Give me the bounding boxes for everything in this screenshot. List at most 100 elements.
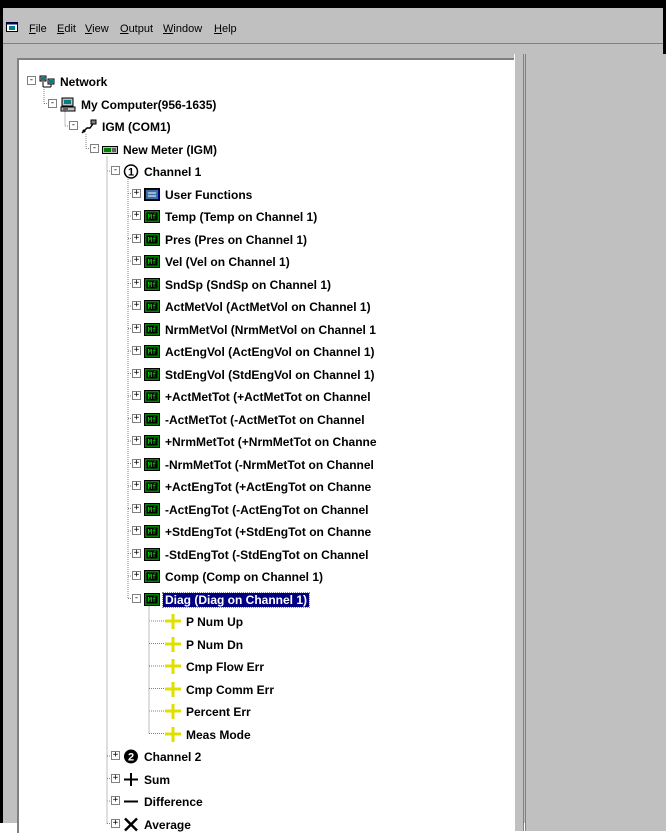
expand-toggle[interactable]: + — [132, 211, 141, 220]
tree-node-label[interactable]: -StdEngTot (-StdEngTot on Channel — [163, 548, 371, 562]
tree-node-measurement[interactable]: + Mf NrmMetVol (NrmMetVol on Channel 1 — [19, 320, 516, 340]
expand-toggle[interactable]: + — [132, 278, 141, 288]
tree-node-channel-2[interactable]: +2 Channel 2 — [19, 747, 516, 767]
tree-panel[interactable]: - Network - My Computer(956-1635) - IGM (COM1… — [17, 58, 517, 833]
tree-node-diag-item[interactable]: Meas Mode — [19, 725, 516, 745]
tree-node-label[interactable]: Sum — [142, 773, 172, 787]
tree-node-label[interactable]: Channel 2 — [142, 750, 203, 764]
tree-node-label[interactable]: Temp (Temp on Channel 1) — [163, 210, 319, 224]
menu-window[interactable]: Window — [163, 22, 202, 36]
tree-node-port[interactable]: - IGM (COM1) — [19, 117, 516, 137]
tree-node-measurement[interactable]: + Mf +ActEngTot (+ActEngTot on Channe — [19, 477, 516, 497]
tree-node-average[interactable]: + Average — [19, 815, 516, 835]
collapse-toggle[interactable]: - — [90, 143, 99, 153]
tree-node-label[interactable]: +ActEngTot (+ActEngTot on Channe — [163, 480, 373, 494]
tree-node-label[interactable]: Meas Mode — [184, 728, 253, 742]
tree-node-label[interactable]: My Computer(956-1635) — [79, 98, 218, 112]
expand-toggle[interactable]: + — [132, 233, 141, 243]
tree-node-label[interactable]: +StdEngTot (+StdEngTot on Channe — [163, 525, 373, 539]
tree-node-measurement[interactable]: + Mf Temp (Temp on Channel 1) — [19, 207, 516, 227]
tree-node-label[interactable]: Percent Err — [184, 705, 253, 719]
tree-node-diag-item[interactable]: P Num Dn — [19, 635, 516, 655]
expand-toggle[interactable]: + — [111, 818, 120, 828]
expand-toggle[interactable]: + — [132, 548, 141, 558]
tree-node-diag-item[interactable]: Cmp Comm Err — [19, 680, 516, 700]
tree-node-measurement[interactable]: + Mf StdEngVol (StdEngVol on Channel 1) — [19, 365, 516, 385]
tree-node-meter[interactable]: - New Meter (IGM) — [19, 140, 516, 160]
tree-node-label[interactable]: StdEngVol (StdEngVol on Channel 1) — [163, 368, 377, 382]
tree-node-label[interactable]: -NrmMetTot (-NrmMetTot on Channel — [163, 458, 376, 472]
tree-node-sum[interactable]: + Sum — [19, 770, 516, 790]
tree-node-diag[interactable]: - Mf Diag (Diag on Channel 1) — [19, 590, 516, 610]
expand-toggle[interactable]: + — [132, 323, 141, 333]
expand-toggle[interactable]: + — [132, 481, 141, 490]
collapse-toggle[interactable]: - — [111, 166, 120, 175]
tree-node-measurement[interactable]: + Mf -ActEngTot (-ActEngTot on Channel — [19, 500, 516, 520]
tree-node-diag-item[interactable]: Percent Err — [19, 702, 516, 722]
tree-node-measurement[interactable]: + Mf +ActMetTot (+ActMetTot on Channel — [19, 387, 516, 407]
tree-node-label[interactable]: Pres (Pres on Channel 1) — [163, 233, 309, 247]
app-system-icon[interactable] — [6, 21, 18, 33]
tree-node-label[interactable]: SndSp (SndSp on Channel 1) — [163, 278, 333, 292]
tree-node-label[interactable]: Vel (Vel on Channel 1) — [163, 255, 292, 269]
tree-node-label[interactable]: Difference — [142, 795, 205, 809]
tree-node-label[interactable]: Comp (Comp on Channel 1) — [163, 570, 325, 584]
pane-splitter[interactable] — [514, 54, 524, 831]
menu-output[interactable]: Output — [120, 22, 153, 36]
expand-toggle[interactable]: + — [132, 571, 141, 580]
tree-node-label[interactable]: +NrmMetTot (+NrmMetTot on Channe — [163, 435, 379, 449]
tree-node-label[interactable]: Diag (Diag on Channel 1) — [161, 591, 311, 608]
expand-toggle[interactable]: + — [132, 458, 141, 468]
tree-node-label[interactable]: P Num Up — [184, 615, 245, 629]
collapse-toggle[interactable]: - — [132, 593, 141, 603]
tree-node-measurement[interactable]: + Mf SndSp (SndSp on Channel 1) — [19, 275, 516, 295]
tree-node-measurement[interactable]: + User Functions — [19, 185, 516, 205]
tree-node-label[interactable]: -ActEngTot (-ActEngTot on Channel — [163, 503, 371, 517]
menu-view[interactable]: View — [85, 22, 109, 36]
tree-node-label[interactable]: ActMetVol (ActMetVol on Channel 1) — [163, 300, 373, 314]
tree-node-label[interactable]: +ActMetTot (+ActMetTot on Channel — [163, 390, 373, 404]
tree-node-label[interactable]: Channel 1 — [142, 165, 203, 179]
expand-toggle[interactable]: + — [132, 413, 141, 423]
tree-node-label[interactable]: Average — [142, 818, 193, 832]
expand-toggle[interactable]: + — [132, 503, 141, 513]
tree-node-label[interactable]: Cmp Flow Err — [184, 660, 266, 674]
tree-node-label[interactable]: ActEngVol (ActEngVol on Channel 1) — [163, 345, 377, 359]
tree-node-measurement[interactable]: + Mf -NrmMetTot (-NrmMetTot on Channel — [19, 455, 516, 475]
menu-file[interactable]: File — [29, 22, 47, 36]
tree-node-measurement[interactable]: + Mf Vel (Vel on Channel 1) — [19, 252, 516, 272]
tree-node-measurement[interactable]: + Mf ActMetVol (ActMetVol on Channel 1) — [19, 297, 516, 317]
tree-node-label[interactable]: Cmp Comm Err — [184, 683, 276, 697]
menu-help[interactable]: Help — [214, 22, 237, 36]
tree-node-label[interactable]: P Num Dn — [184, 638, 245, 652]
collapse-toggle[interactable]: - — [69, 121, 78, 130]
expand-toggle[interactable]: + — [132, 526, 141, 535]
tree-node-label[interactable]: IGM (COM1) — [100, 120, 173, 134]
collapse-toggle[interactable]: - — [27, 76, 36, 85]
tree-node-label[interactable]: -ActMetTot (-ActMetTot on Channel — [163, 413, 367, 427]
tree-node-measurement[interactable]: + Mf +NrmMetTot (+NrmMetTot on Channe — [19, 432, 516, 452]
expand-toggle[interactable]: + — [132, 301, 141, 310]
expand-toggle[interactable]: + — [111, 751, 120, 760]
tree-node-label[interactable]: Network — [58, 75, 109, 89]
tree-node-computer[interactable]: - My Computer(956-1635) — [19, 95, 516, 115]
expand-toggle[interactable]: + — [132, 436, 141, 445]
tree-node-measurement[interactable]: + Mf Pres (Pres on Channel 1) — [19, 230, 516, 250]
tree-node-measurement[interactable]: + Mf -ActMetTot (-ActMetTot on Channel — [19, 410, 516, 430]
tree-node-label[interactable]: New Meter (IGM) — [121, 143, 219, 157]
tree-node-measurement[interactable]: + Mf -StdEngTot (-StdEngTot on Channel — [19, 545, 516, 565]
tree-node-label[interactable]: User Functions — [163, 188, 254, 202]
tree-node-difference[interactable]: + Difference — [19, 792, 516, 812]
expand-toggle[interactable]: + — [111, 796, 120, 805]
tree-node-diag-item[interactable]: Cmp Flow Err — [19, 657, 516, 677]
tree-node-channel-1[interactable]: -1 Channel 1 — [19, 162, 516, 182]
collapse-toggle[interactable]: - — [48, 98, 57, 108]
expand-toggle[interactable]: + — [132, 368, 141, 378]
expand-toggle[interactable]: + — [111, 773, 120, 783]
tree-node-measurement[interactable]: + Mf Comp (Comp on Channel 1) — [19, 567, 516, 587]
expand-toggle[interactable]: + — [132, 391, 141, 400]
tree-node-measurement[interactable]: + Mf ActEngVol (ActEngVol on Channel 1) — [19, 342, 516, 362]
tree-node-label[interactable]: NrmMetVol (NrmMetVol on Channel 1 — [163, 323, 378, 337]
expand-toggle[interactable]: + — [132, 256, 141, 265]
tree-node-measurement[interactable]: + Mf +StdEngTot (+StdEngTot on Channe — [19, 522, 516, 542]
